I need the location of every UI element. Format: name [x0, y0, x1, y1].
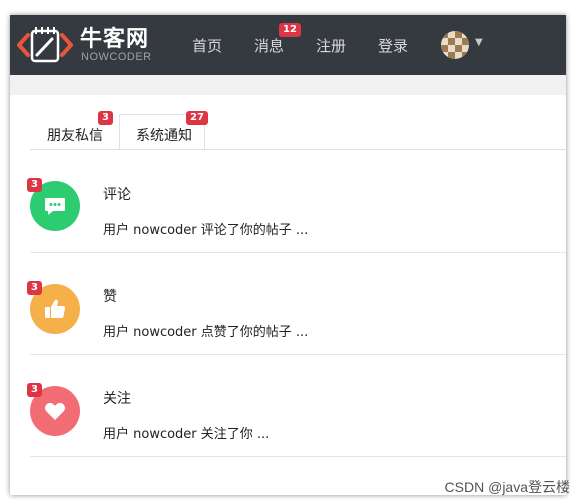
tab-system-notices[interactable]: 系统通知	[136, 125, 192, 145]
logo-subtitle: NOWCODER	[81, 51, 152, 63]
tab-private-messages[interactable]: 朋友私信	[47, 125, 103, 145]
divider	[30, 252, 566, 253]
nav-home[interactable]: 首页	[192, 35, 222, 56]
chevron-down-icon[interactable]: ▼	[475, 37, 483, 48]
app-window: 牛客网 NOWCODER 首页 消息 12 注册 登录 ▼ 朋友私信 3 系统通…	[10, 15, 566, 495]
notice-title: 赞	[103, 289, 117, 305]
notice-text[interactable]: 用户 nowcoder 评论了你的帖子 ...	[103, 219, 308, 238]
tabs-divider	[30, 149, 566, 150]
avatar[interactable]	[441, 31, 469, 59]
tab-private-messages-badge: 3	[98, 111, 113, 125]
notice-text[interactable]: 用户 nowcoder 点赞了你的帖子 ...	[103, 321, 308, 340]
messages-badge: 12	[279, 23, 301, 37]
notice-badge: 3	[27, 383, 42, 397]
watermark: CSDN @java登云楼	[444, 479, 570, 495]
divider	[30, 354, 566, 355]
nav-messages[interactable]: 消息	[254, 35, 284, 56]
header-spacer	[10, 75, 566, 95]
notice-badge: 3	[27, 281, 42, 295]
notice-text[interactable]: 用户 nowcoder 关注了你 ...	[103, 423, 269, 442]
logo-title: 牛客网	[80, 27, 150, 52]
logo-icon[interactable]	[14, 23, 76, 67]
notice-title: 评论	[103, 187, 131, 203]
navbar: 牛客网 NOWCODER 首页 消息 12 注册 登录 ▼	[10, 15, 566, 75]
nav-login[interactable]: 登录	[378, 35, 408, 56]
divider	[30, 456, 566, 457]
nav-register[interactable]: 注册	[316, 35, 346, 56]
tab-system-notices-badge: 27	[186, 111, 208, 125]
notice-badge: 3	[27, 178, 42, 192]
notice-title: 关注	[103, 391, 131, 407]
